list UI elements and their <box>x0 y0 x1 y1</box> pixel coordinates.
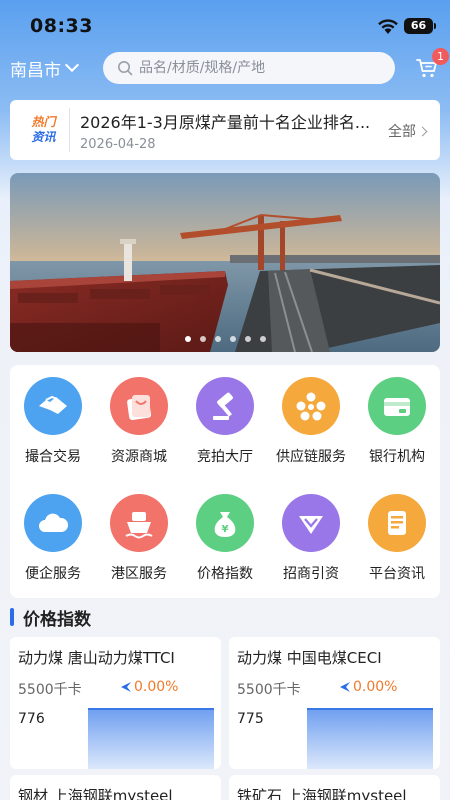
news-all-label: 全部 <box>388 124 416 140</box>
chevron-down-icon <box>64 57 80 73</box>
price-card-name: 动力煤 中国电煤CECI <box>237 649 382 667</box>
banner-carousel[interactable] <box>10 173 440 352</box>
function-grid: 撮合交易 资源商城 竞拍大厅 供应链服务 银行机构便企服务 港区服务 ¥ 价格指数 招商引资 平台… <box>10 365 440 598</box>
cart-badge: 1 <box>432 48 449 65</box>
price-index-card[interactable]: 铁矿石 上海钢联mysteel <box>229 775 440 800</box>
grid-item-10[interactable]: 平台资讯 <box>354 494 440 583</box>
grid-item-label: 撮合交易 <box>25 449 81 465</box>
grid-item-label: 资源商城 <box>111 449 167 465</box>
chevron-right-icon <box>417 126 428 136</box>
price-card-name: 铁矿石 上海钢联mysteel <box>237 787 407 800</box>
price-card-change: 0.00% <box>120 679 178 695</box>
grid-item-3[interactable]: 竞拍大厅 <box>182 377 268 466</box>
grid-item-6[interactable]: 便企服务 <box>10 494 96 583</box>
price-sparkline <box>307 708 433 769</box>
battery-icon: 66 <box>404 18 433 34</box>
carousel-dot[interactable] <box>199 336 206 342</box>
grid-item-1[interactable]: 撮合交易 <box>10 377 96 466</box>
price-card-change-value: 0.00% <box>134 679 179 695</box>
status-time: 08:33 <box>30 15 93 37</box>
cloud-icon <box>24 494 82 552</box>
price-card-name: 动力煤 唐山动力煤TTCI <box>18 649 175 667</box>
price-index-card[interactable]: 动力煤 唐山动力煤TTCI 5500千卡 0.00% 776 <box>10 637 221 769</box>
news-title[interactable]: 2026年1-3月原煤产量前十名企业排名... <box>80 109 380 133</box>
news-date: 2026-04-28 <box>80 136 156 152</box>
news-all-link[interactable]: 全部 <box>388 121 428 141</box>
network-icon <box>282 377 340 435</box>
hot-news-logo-line1: 热门 <box>31 115 56 129</box>
carousel-dot[interactable] <box>229 336 236 342</box>
svg-text:¥: ¥ <box>222 524 229 535</box>
price-sparkline <box>88 708 214 769</box>
price-index-card[interactable]: 钢材 上海钢联mysteel <box>10 775 221 800</box>
price-card-price: 775 <box>237 711 264 727</box>
grid-item-label: 价格指数 <box>197 566 253 582</box>
grid-item-9[interactable]: 招商引资 <box>268 494 354 583</box>
hot-news-logo: 热门 资讯 <box>18 108 70 152</box>
grid-item-label: 平台资讯 <box>369 566 425 582</box>
grid-item-8[interactable]: ¥ 价格指数 <box>182 494 268 583</box>
grid-item-label: 招商引资 <box>283 566 339 582</box>
grid-item-label: 便企服务 <box>25 566 81 582</box>
price-index-card[interactable]: 动力煤 中国电煤CECI 5500千卡 0.00% 775 <box>229 637 440 769</box>
carousel-dot[interactable] <box>244 336 251 342</box>
price-card-price: 776 <box>18 711 45 727</box>
price-card-name: 钢材 上海钢联mysteel <box>18 787 173 800</box>
price-card-spec: 5500千卡 <box>237 682 301 698</box>
grid-item-label: 供应链服务 <box>276 449 346 465</box>
section-accent-bar <box>10 608 14 626</box>
search-icon <box>118 61 133 76</box>
handshake-icon <box>24 377 82 435</box>
section-title: 价格指数 <box>23 609 91 630</box>
flat-trend-icon <box>121 682 131 692</box>
price-index-header: 价格指数 <box>10 606 91 630</box>
search-input[interactable] <box>139 60 379 76</box>
price-card-change: 0.00% <box>339 679 397 695</box>
bank-card-icon <box>368 377 426 435</box>
grid-item-2[interactable]: 资源商城 <box>96 377 182 466</box>
city-selector[interactable]: 南昌市 <box>10 56 80 81</box>
gavel-icon <box>196 377 254 435</box>
battery-tip <box>434 23 436 29</box>
grid-item-5[interactable]: 银行机构 <box>354 377 440 466</box>
diamond-icon <box>282 494 340 552</box>
grid-item-label: 港区服务 <box>111 566 167 582</box>
price-card-change-value: 0.00% <box>353 679 398 695</box>
search-bar[interactable] <box>103 52 395 84</box>
carousel-dots <box>10 336 440 342</box>
price-card-spec: 5500千卡 <box>18 682 82 698</box>
grid-item-4[interactable]: 供应链服务 <box>268 377 354 466</box>
grid-item-7[interactable]: 港区服务 <box>96 494 182 583</box>
status-bar: 08:33 66 <box>0 0 450 52</box>
hot-news-card[interactable]: 热门 资讯 2026年1-3月原煤产量前十名企业排名... 2026-04-28… <box>10 100 440 160</box>
hot-news-logo-line2: 资讯 <box>31 130 56 144</box>
carousel-dot[interactable] <box>184 336 191 342</box>
city-label: 南昌市 <box>10 60 61 81</box>
ship-icon <box>110 494 168 552</box>
carousel-dot[interactable] <box>259 336 266 342</box>
port-banner-image <box>10 173 440 352</box>
document-icon <box>368 494 426 552</box>
grid-item-label: 银行机构 <box>369 449 425 465</box>
wifi-icon <box>378 19 398 34</box>
flat-trend-icon <box>340 682 350 692</box>
carousel-dot[interactable] <box>214 336 221 342</box>
money-bag-icon: ¥ <box>196 494 254 552</box>
shopping-bag-icon <box>110 377 168 435</box>
grid-item-label: 竞拍大厅 <box>197 449 253 465</box>
